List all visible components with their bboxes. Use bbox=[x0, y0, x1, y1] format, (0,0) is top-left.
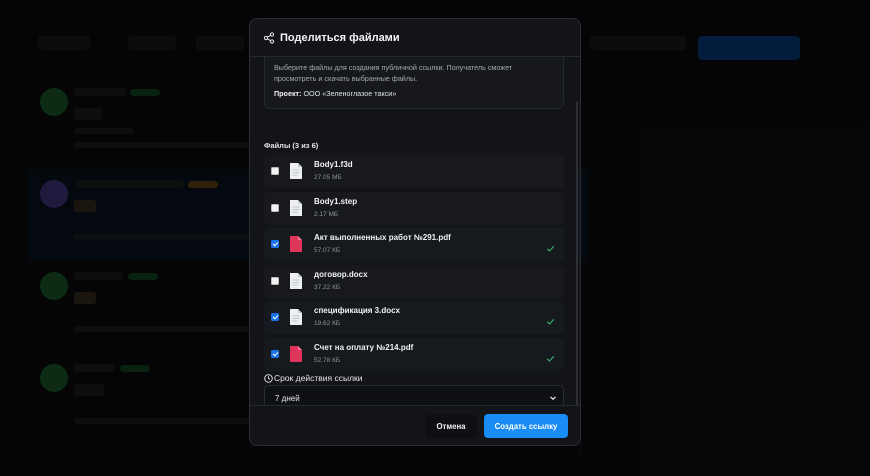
expire-label-text: Срок действия ссылки bbox=[274, 373, 363, 383]
project-value: ООО «Зеленоглазое такси» bbox=[303, 89, 397, 98]
pdf-icon bbox=[289, 235, 303, 253]
file-checkbox[interactable] bbox=[271, 349, 279, 358]
file-checkbox[interactable] bbox=[271, 276, 279, 285]
file-checkbox[interactable] bbox=[271, 240, 279, 248]
file-size: 27.05 МБ bbox=[314, 174, 342, 181]
file-name: Body1.step bbox=[314, 196, 358, 206]
files-heading: Файлы (3 из 6) bbox=[264, 141, 319, 150]
dialog-body[interactable]: Выберите файлы для создания публичной сс… bbox=[250, 57, 580, 405]
file-name: Акт выполненных работ №291.pdf bbox=[314, 233, 451, 242]
clock-icon bbox=[264, 373, 273, 383]
document-icon bbox=[289, 162, 303, 180]
create-link-button[interactable]: Создать ссылку bbox=[484, 414, 568, 438]
info-project: Проект: ООО «Зеленоглазое такси» bbox=[274, 89, 554, 98]
file-size: 52.78 КБ bbox=[314, 356, 341, 364]
dialog-scrollbar[interactable] bbox=[576, 101, 578, 405]
dialog-title: Поделиться файлами bbox=[280, 31, 400, 44]
file-size: 37.22 КБ bbox=[314, 283, 341, 291]
file-name: Счет на оплату №214.pdf bbox=[314, 342, 414, 352]
file-row[interactable]: договор.docx 37.22 КБ bbox=[264, 264, 564, 298]
document-icon bbox=[289, 308, 303, 326]
dialog-header: Поделиться файлами bbox=[250, 19, 580, 57]
file-name: договор.docx bbox=[314, 269, 368, 279]
file-name: Body1.f3d bbox=[314, 160, 353, 169]
expire-select[interactable]: 7 дней bbox=[264, 385, 564, 405]
file-size: 57.07 КБ bbox=[314, 247, 341, 254]
file-row[interactable]: спецификация 3.docx 19.62 КБ bbox=[264, 301, 564, 334]
file-list: Body1.f3d 27.05 МБ Body1.step 2.17 МБ Акт вы… bbox=[264, 155, 564, 374]
document-icon bbox=[289, 272, 303, 290]
file-size: 2.17 МБ bbox=[314, 210, 339, 218]
file-row[interactable]: Акт выполненных работ №291.pdf 57.07 КБ bbox=[264, 228, 564, 261]
file-row[interactable]: Счет на оплату №214.pdf 52.78 КБ bbox=[264, 337, 564, 371]
cancel-button[interactable]: Отмена bbox=[425, 414, 477, 438]
info-description: Выберите файлы для создания публичной сс… bbox=[274, 63, 513, 83]
file-row[interactable]: Body1.step 2.17 МБ bbox=[264, 191, 564, 225]
file-name: спецификация 3.docx bbox=[314, 306, 401, 315]
info-box: Выберите файлы для создания публичной сс… bbox=[264, 57, 564, 109]
project-label: Проект: bbox=[274, 89, 302, 98]
pdf-icon bbox=[289, 345, 303, 363]
expire-select-value: 7 дней bbox=[275, 393, 300, 403]
checkmark-icon bbox=[546, 240, 555, 252]
file-checkbox[interactable] bbox=[271, 167, 279, 175]
chevron-down-icon bbox=[549, 394, 557, 402]
share-files-dialog: Поделиться файлами Выберите файлы для со… bbox=[249, 18, 581, 446]
checkmark-icon bbox=[546, 313, 555, 325]
expire-label: Срок действия ссылки bbox=[264, 373, 363, 383]
file-checkbox[interactable] bbox=[271, 203, 279, 212]
document-icon bbox=[289, 199, 303, 217]
dialog-footer: Отмена Создать ссылку bbox=[250, 405, 580, 445]
checkmark-icon bbox=[546, 350, 555, 362]
file-size: 19.62 КБ bbox=[314, 320, 341, 327]
share-icon bbox=[263, 31, 275, 44]
file-checkbox[interactable] bbox=[271, 313, 279, 321]
file-row[interactable]: Body1.f3d 27.05 МБ bbox=[264, 155, 564, 188]
